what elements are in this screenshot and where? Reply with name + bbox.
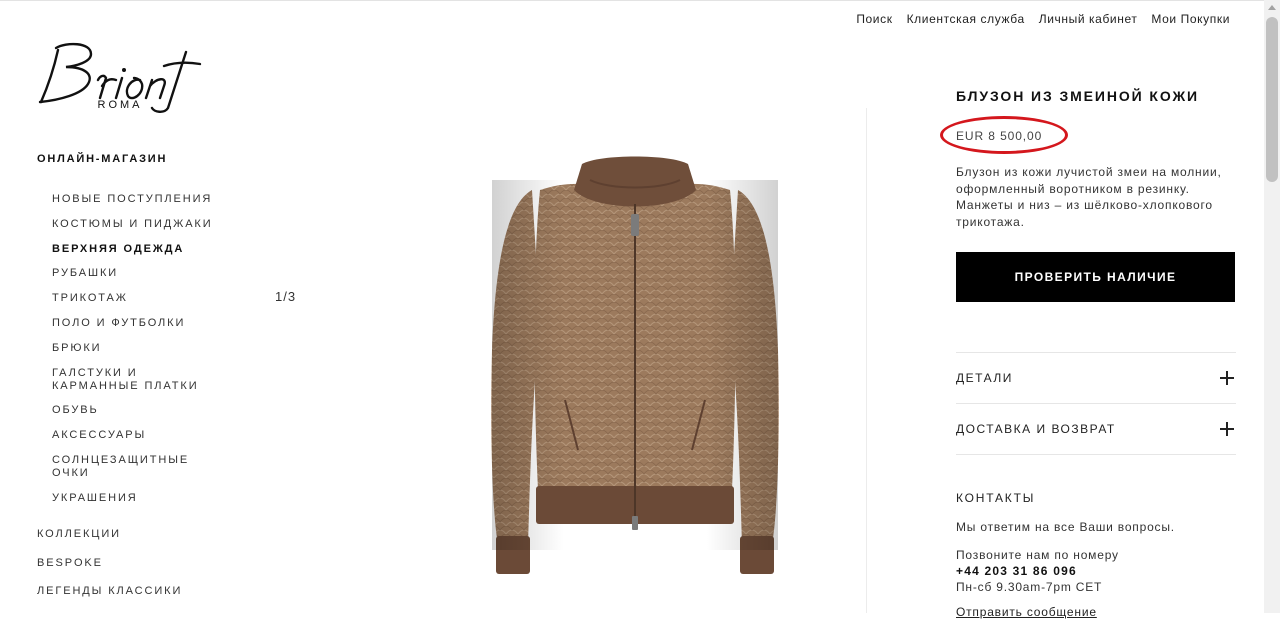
accordion-shipping-label: ДОСТАВКА И ВОЗВРАТ <box>956 422 1116 436</box>
orders-link[interactable]: Мои Покупки <box>1151 12 1230 26</box>
sidebar-item-bespoke[interactable]: BESPOKE <box>37 557 103 569</box>
sidebar-item-polo[interactable]: ПОЛО И ФУТБОЛКИ <box>52 317 222 330</box>
sidebar-item-suits[interactable]: КОСТЮМЫ И ПИДЖАКИ <box>52 218 222 231</box>
accordion-details[interactable]: ДЕТАЛИ <box>956 353 1236 404</box>
top-nav: Поиск Клиентская служба Личный кабинет М… <box>856 12 1230 26</box>
gallery-counter: 1/3 <box>275 289 297 304</box>
scrollbar-thumb[interactable] <box>1266 17 1278 182</box>
plus-icon[interactable] <box>1220 422 1234 436</box>
contacts-hours: Пн-сб 9.30am-7pm CET <box>956 580 1103 594</box>
search-link[interactable]: Поиск <box>856 12 892 26</box>
sidebar-item-shoes[interactable]: ОБУВЬ <box>52 404 222 417</box>
sidebar-heading-online-store[interactable]: ОНЛАЙН-МАГАЗИН <box>37 153 267 165</box>
product-price: EUR 8 500,00 <box>956 129 1043 143</box>
customer-service-link[interactable]: Клиентская служба <box>907 12 1025 26</box>
sidebar-item-accessories[interactable]: АКСЕССУАРЫ <box>52 429 222 442</box>
contacts-phone[interactable]: +44 203 31 86 096 <box>956 563 1236 579</box>
product-image[interactable] <box>470 150 800 580</box>
product-title: БЛУЗОН ИЗ ЗМЕИНОЙ КОЖИ <box>956 88 1199 104</box>
sidebar-item-jewelry[interactable]: УКРАШЕНИЯ <box>52 492 222 505</box>
accordion-shipping[interactable]: ДОСТАВКА И ВОЗВРАТ <box>956 404 1236 455</box>
contacts-answer: Мы ответим на все Ваши вопросы. <box>956 520 1175 534</box>
sidebar-item-sunglasses[interactable]: СОЛНЦЕЗАЩИТНЫЕ ОЧКИ <box>52 454 222 480</box>
sidebar-item-knitwear[interactable]: ТРИКОТАЖ <box>52 292 222 305</box>
plus-icon[interactable] <box>1220 371 1234 385</box>
check-availability-button[interactable]: ПРОВЕРИТЬ НАЛИЧИЕ <box>956 252 1235 302</box>
sidebar-item-collections[interactable]: КОЛЛЕКЦИИ <box>37 528 121 540</box>
page-scrollbar[interactable] <box>1264 0 1280 613</box>
brioni-logo[interactable]: ROMA <box>36 40 206 115</box>
sidebar-item-ties[interactable]: ГАЛСТУКИ И КАРМАННЫЕ ПЛАТКИ <box>52 367 222 393</box>
sidebar-item-outerwear[interactable]: ВЕРХНЯЯ ОДЕЖДА <box>52 243 222 256</box>
panel-divider <box>866 108 867 613</box>
price-container: EUR 8 500,00 <box>940 116 1068 154</box>
accordion: ДЕТАЛИ ДОСТАВКА И ВОЗВРАТ <box>956 352 1236 455</box>
contacts-section: КОНТАКТЫ Мы ответим на все Ваши вопросы.… <box>956 491 1236 619</box>
product-description: Блузон из кожи лучистой змеи на молнии, … <box>956 165 1222 229</box>
contacts-call-text: Позвоните нам по номеру <box>956 548 1119 562</box>
product-info-panel: БЛУЗОН ИЗ ЗМЕИНОЙ КОЖИ EUR 8 500,00 Блуз… <box>940 88 1236 619</box>
send-message-link[interactable]: Отправить сообщение <box>956 605 1236 619</box>
sidebar-category-list: НОВЫЕ ПОСТУПЛЕНИЯ КОСТЮМЫ И ПИДЖАКИ ВЕРХ… <box>37 193 267 505</box>
sidebar-item-new-arrivals[interactable]: НОВЫЕ ПОСТУПЛЕНИЯ <box>52 193 222 206</box>
sidebar-item-trousers[interactable]: БРЮКИ <box>52 342 222 355</box>
sidebar-item-shirts[interactable]: РУБАШКИ <box>52 267 222 280</box>
account-link[interactable]: Личный кабинет <box>1039 12 1138 26</box>
sidebar: ОНЛАЙН-МАГАЗИН НОВЫЕ ПОСТУПЛЕНИЯ КОСТЮМЫ… <box>37 153 267 597</box>
top-divider <box>0 0 1264 1</box>
accordion-details-label: ДЕТАЛИ <box>956 371 1013 385</box>
logo-subtext: ROMA <box>98 99 143 111</box>
sidebar-item-legends[interactable]: ЛЕГЕНДЫ КЛАССИКИ <box>37 585 182 597</box>
contacts-title: КОНТАКТЫ <box>956 491 1036 505</box>
scroll-up-arrow-icon[interactable] <box>1268 5 1276 10</box>
